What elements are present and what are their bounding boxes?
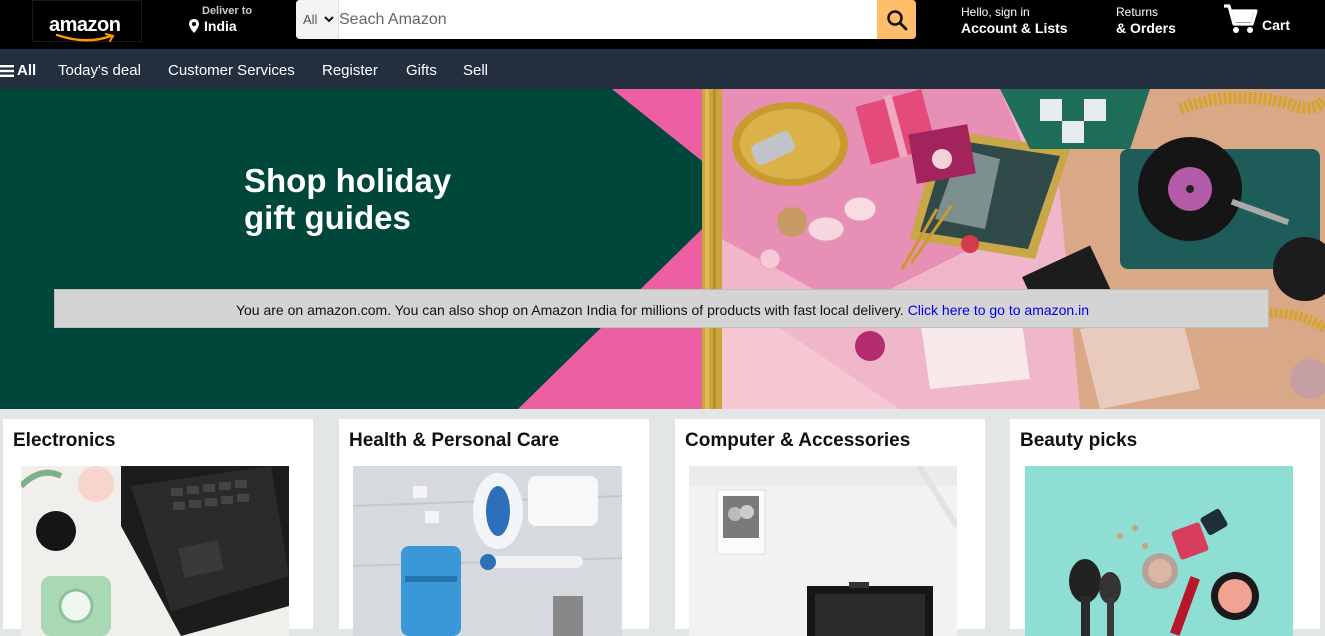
nav-item-register[interactable]: Register [322, 62, 378, 79]
search-icon [887, 10, 908, 31]
hero-title: Shop holiday gift guides [244, 162, 504, 236]
search-bar: All [296, 0, 916, 39]
search-input[interactable] [339, 0, 877, 39]
card-image-electronics[interactable] [21, 466, 289, 636]
region-notice-text: You are on amazon.com. You can also shop… [235, 302, 904, 318]
hero-title-line1: Shop holiday [244, 162, 452, 199]
card-electronics[interactable]: Electronics [3, 419, 313, 636]
beauty-image [1025, 466, 1293, 636]
nav-all-menu[interactable]: All [0, 62, 36, 79]
cart-button[interactable]: Cart [1223, 2, 1303, 38]
search-button[interactable] [877, 0, 916, 39]
card-image-beauty[interactable] [1025, 466, 1293, 636]
card-title: Computer & Accessories [685, 430, 911, 451]
deliver-to-label: Deliver to [202, 5, 253, 17]
location-pin-icon [189, 19, 199, 33]
hero-image [0, 89, 1325, 409]
card-health-personal-care[interactable]: Health & Personal Care [339, 419, 649, 636]
deliver-to[interactable]: Deliver to India [186, 5, 266, 41]
region-notice-text-wrap: You are on amazon.com. You can also shop… [55, 302, 1270, 318]
returns-orders[interactable]: Returns & Orders [1116, 5, 1196, 41]
cart-icon [1224, 4, 1258, 33]
sub-navbar: All Today's deal Customer Services Regis… [0, 49, 1325, 89]
card-image-health[interactable] [353, 466, 622, 636]
orders-label: & Orders [1116, 20, 1176, 36]
nav-item-gifts[interactable]: Gifts [406, 62, 437, 79]
nav-item-todays-deal[interactable]: Today's deal [58, 62, 141, 79]
card-title: Health & Personal Care [349, 430, 560, 451]
card-title: Beauty picks [1020, 430, 1138, 451]
account-label: Account & Lists [961, 20, 1068, 36]
search-category-label: All [303, 12, 318, 27]
electronics-image [21, 466, 289, 636]
card-title: Electronics [13, 430, 116, 451]
hero-banner[interactable]: Shop holiday gift guides [0, 89, 1325, 409]
account-lists[interactable]: Hello, sign in Account & Lists [961, 5, 1091, 41]
nav-item-customer-services[interactable]: Customer Services [168, 62, 295, 79]
cart-label: Cart [1262, 17, 1291, 33]
card-computer-accessories[interactable]: Computer & Accessories [675, 419, 985, 636]
deliver-to-country: India [204, 18, 237, 34]
amazon-in-link[interactable]: Click here to go to amazon.in [908, 302, 1089, 318]
region-notice: You are on amazon.com. You can also shop… [54, 289, 1269, 328]
top-navbar: amazon Deliver to India All Hello [0, 0, 1325, 49]
nav-all-label: All [17, 62, 37, 79]
logo-smile-icon [55, 33, 115, 42]
health-image [353, 466, 622, 636]
search-category-select[interactable]: All [296, 0, 339, 39]
computer-image [689, 466, 957, 636]
account-greeting: Hello, sign in [961, 5, 1030, 19]
hero-title-line2: gift guides [244, 199, 411, 236]
nav-item-sell[interactable]: Sell [463, 62, 488, 79]
card-image-computer[interactable] [689, 466, 957, 636]
hamburger-menu-icon [0, 65, 14, 77]
amazon-logo[interactable]: amazon [32, 0, 142, 42]
card-beauty-picks[interactable]: Beauty picks [1010, 419, 1320, 636]
chevron-down-icon [324, 16, 334, 23]
returns-label: Returns [1116, 5, 1159, 19]
